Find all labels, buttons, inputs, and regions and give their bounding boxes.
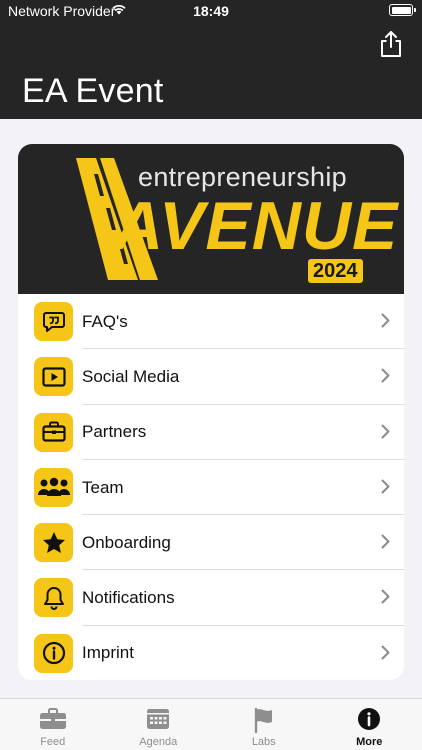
chevron-right-icon — [381, 479, 390, 494]
tab-feed[interactable]: Feed — [0, 699, 106, 750]
menu-item-notifications[interactable]: Notifications — [18, 570, 404, 627]
tab-bar: Feed Agenda Labs More — [0, 698, 422, 750]
status-bar: Network Provider 18:49 — [0, 0, 422, 24]
chevron-right-icon — [381, 313, 390, 328]
briefcase-icon — [39, 708, 66, 729]
menu-item-social-media[interactable]: Social Media — [18, 349, 404, 405]
share-icon[interactable] — [378, 30, 404, 58]
menu-item-faqs[interactable]: FAQ's — [18, 294, 404, 350]
event-banner: entrepreneurship AVENUE 2024 — [18, 144, 404, 294]
bell-icon — [34, 578, 73, 618]
status-time: 18:49 — [193, 3, 229, 19]
tab-label: Agenda — [139, 736, 178, 748]
briefcase-icon — [34, 412, 73, 452]
menu-item-onboarding[interactable]: Onboarding — [18, 515, 404, 571]
menu-item-label: Imprint — [82, 643, 134, 663]
banner-word-avenue: AVENUE — [114, 188, 399, 264]
menu-item-label: Notifications — [82, 588, 175, 608]
play-icon — [34, 357, 73, 397]
page-title: EA Event — [22, 72, 164, 110]
tab-label: Feed — [40, 736, 66, 748]
calendar-icon — [147, 709, 170, 729]
tab-agenda[interactable]: Agenda — [106, 699, 212, 750]
chevron-right-icon — [381, 645, 390, 660]
more-menu-card: entrepreneurship AVENUE 2024 FAQ's Socia… — [18, 144, 404, 680]
menu-item-label: Social Media — [82, 366, 180, 386]
info-icon — [34, 633, 73, 673]
chevron-right-icon — [381, 368, 390, 383]
menu-item-label: Onboarding — [82, 532, 171, 552]
people-icon — [34, 467, 73, 507]
chevron-right-icon — [381, 534, 390, 549]
quote-bubble-icon — [34, 302, 73, 341]
tab-label: Labs — [251, 736, 276, 748]
menu-item-label: FAQ's — [82, 311, 128, 331]
menu-item-team[interactable]: Team — [18, 460, 404, 516]
tab-more[interactable]: More — [317, 699, 422, 750]
chevron-right-icon — [381, 589, 390, 604]
menu-item-partners[interactable]: Partners — [18, 405, 404, 461]
menu-item-imprint[interactable]: Imprint — [18, 626, 404, 680]
navigation-header: Network Provider 18:49 EA Event — [0, 0, 422, 119]
menu-list: FAQ's Social Media Partners Team Onboard… — [18, 294, 404, 680]
tab-labs[interactable]: Labs — [211, 699, 317, 750]
info-icon — [358, 708, 381, 730]
tab-label: More — [356, 736, 383, 748]
flag-icon — [254, 707, 272, 733]
chevron-right-icon — [381, 424, 390, 439]
menu-item-label: Partners — [82, 422, 147, 442]
menu-item-label: Team — [82, 477, 124, 497]
battery-icon — [389, 4, 416, 16]
banner-year: 2024 — [308, 259, 363, 283]
star-icon — [34, 523, 73, 563]
